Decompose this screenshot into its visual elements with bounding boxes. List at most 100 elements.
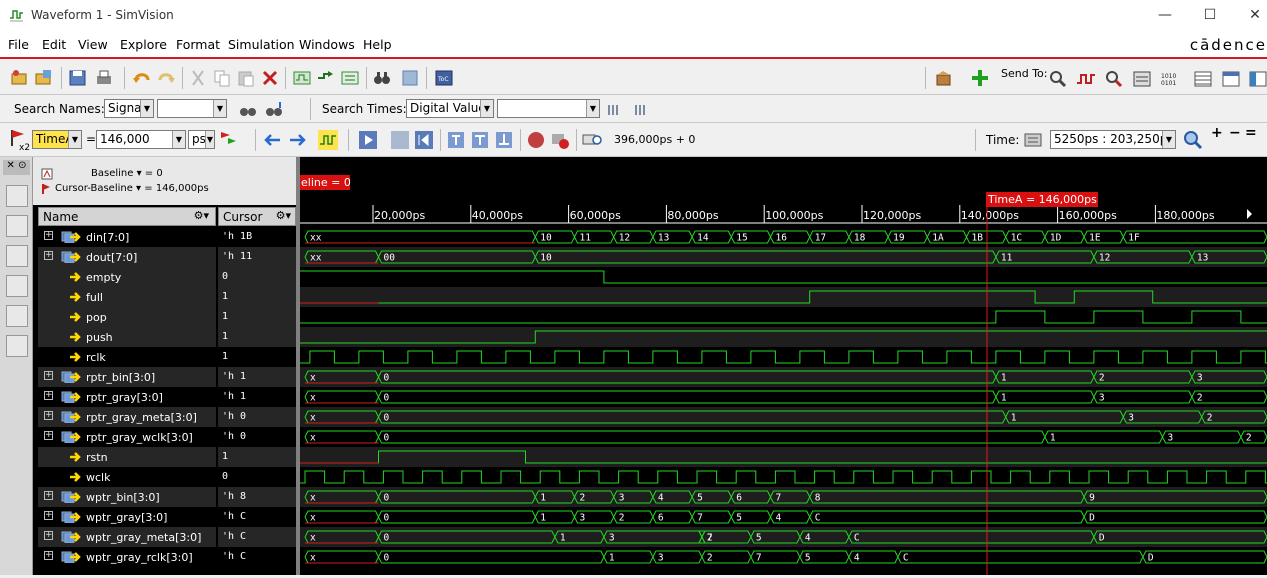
signal-row-din[interactable]: + din[7:0] bbox=[38, 227, 216, 247]
sidebar-register-icon[interactable] bbox=[6, 245, 28, 267]
sidebar-compare-icon[interactable] bbox=[6, 335, 28, 357]
signal-row-dout[interactable]: + dout[7:0] bbox=[38, 247, 216, 267]
menu-format[interactable]: Format bbox=[176, 37, 220, 52]
signal-row-rclk[interactable]: rclk bbox=[38, 347, 216, 367]
search-names-next-icon[interactable] bbox=[264, 100, 284, 120]
signal-row-wclk[interactable]: wclk bbox=[38, 467, 216, 487]
cursor-flags-menu-icon[interactable] bbox=[218, 130, 238, 150]
baseline-value[interactable]: Baseline ▾ = 0 bbox=[91, 168, 163, 179]
cursor-unit-select[interactable]: ps ▼ bbox=[188, 130, 215, 149]
zoom-icon[interactable] bbox=[1183, 130, 1203, 150]
menu-windows[interactable]: Windows bbox=[299, 37, 355, 52]
signal-row-rptr-gray-meta[interactable]: + rptr_gray_meta[3:0] bbox=[38, 407, 216, 427]
search-names-input[interactable]: ▼ bbox=[157, 99, 227, 118]
expand-icon[interactable]: + bbox=[44, 551, 53, 560]
menu-file[interactable]: File bbox=[8, 37, 29, 52]
send-to-list-icon[interactable] bbox=[1221, 69, 1241, 89]
step-over-icon[interactable] bbox=[470, 130, 490, 150]
expand-icon[interactable]: + bbox=[44, 491, 53, 500]
send-to-register-window-icon[interactable] bbox=[1132, 69, 1152, 89]
paste-icon[interactable] bbox=[236, 68, 256, 88]
signal-row-empty[interactable]: empty bbox=[38, 267, 216, 287]
step-into-icon[interactable] bbox=[446, 130, 466, 150]
zoom-out-button[interactable]: − bbox=[1229, 125, 1241, 141]
redo-icon[interactable] bbox=[156, 68, 176, 88]
waveform-window-icon[interactable]: ToC bbox=[434, 68, 454, 88]
name-column-header[interactable]: Name ⚙▾ bbox=[38, 207, 216, 226]
send-to-waveform-icon[interactable] bbox=[1076, 69, 1096, 89]
expand-icon[interactable]: + bbox=[44, 251, 53, 260]
signal-row-full[interactable]: full bbox=[38, 287, 216, 307]
waveform-canvas[interactable]: 20,000ps 40,000ps 60,000ps 80,000ps 100,000p… bbox=[300, 157, 1267, 575]
stop-simulation-icon[interactable] bbox=[526, 130, 546, 150]
cut-icon[interactable] bbox=[188, 68, 208, 88]
menu-simulation[interactable]: Simulation bbox=[228, 37, 295, 52]
expand-icon[interactable]: + bbox=[44, 391, 53, 400]
signal-row-wptr-bin[interactable]: + wptr_bin[3:0] bbox=[38, 487, 216, 507]
send-to-schematic-tracer-icon[interactable] bbox=[1104, 69, 1124, 89]
delete-icon[interactable] bbox=[260, 68, 280, 88]
zoom-full-button[interactable]: = bbox=[1245, 125, 1257, 141]
search-times-prev-icon[interactable] bbox=[606, 100, 626, 120]
print-icon[interactable] bbox=[94, 68, 114, 88]
sidebar-close-icon[interactable]: ✕ ⊙ bbox=[3, 160, 30, 175]
signal-row-push[interactable]: push bbox=[38, 327, 216, 347]
signal-row-rptr-gray-wclk[interactable]: + rptr_gray_wclk[3:0] bbox=[38, 427, 216, 447]
save-icon[interactable] bbox=[68, 68, 88, 88]
search-times-next-icon[interactable] bbox=[633, 100, 653, 120]
zoom-in-button[interactable]: + bbox=[1211, 125, 1223, 141]
sidebar-source-icon[interactable] bbox=[6, 275, 28, 297]
signal-row-rstn[interactable]: rstn bbox=[38, 447, 216, 467]
step-icon[interactable] bbox=[390, 130, 410, 150]
signal-row-rptr-bin[interactable]: + rptr_bin[3:0] bbox=[38, 367, 216, 387]
copy-icon[interactable] bbox=[212, 68, 232, 88]
send-to-table-icon[interactable] bbox=[1193, 69, 1213, 89]
send-to-memory-viewer-icon[interactable]: 10100101 bbox=[1160, 69, 1180, 89]
expand-icon[interactable]: + bbox=[44, 511, 53, 520]
send-to-source-icon[interactable] bbox=[316, 68, 336, 88]
expand-icon[interactable]: + bbox=[44, 531, 53, 540]
search-names-type-select[interactable]: Signal ▼ bbox=[104, 99, 154, 118]
sidebar-schematic-icon[interactable] bbox=[6, 215, 28, 237]
expand-icon[interactable]: + bbox=[44, 431, 53, 440]
send-to-properties-icon[interactable] bbox=[1248, 69, 1267, 89]
menu-edit[interactable]: Edit bbox=[42, 37, 66, 52]
minimize-button[interactable]: — bbox=[1145, 4, 1185, 26]
send-to-register-icon[interactable] bbox=[340, 68, 360, 88]
signal-row-wptr-gray-rclk[interactable]: + wptr_gray_rclk[3:0] bbox=[38, 547, 216, 567]
cursor-name-select[interactable]: TimeA ▼ bbox=[32, 130, 82, 149]
search-names-icon[interactable] bbox=[238, 100, 258, 120]
sidebar-design-browser-icon[interactable] bbox=[6, 185, 28, 207]
cursor-baseline-value[interactable]: Cursor-Baseline ▾ = 146,000ps bbox=[55, 183, 209, 194]
gear-icon[interactable]: ⚙▾ bbox=[276, 209, 291, 222]
waveform-panel[interactable]: 20,000ps 40,000ps 60,000ps 80,000ps 100,000p… bbox=[300, 157, 1267, 575]
signal-row-pop[interactable]: pop bbox=[38, 307, 216, 327]
step-out-icon[interactable] bbox=[494, 130, 514, 150]
expand-icon[interactable]: + bbox=[44, 231, 53, 240]
expand-icon[interactable]: + bbox=[44, 371, 53, 380]
close-button[interactable]: ✕ bbox=[1235, 4, 1267, 26]
package-tools-icon[interactable] bbox=[934, 68, 954, 88]
signal-row-wptr-gray-meta[interactable]: + wptr_gray_meta[3:0] bbox=[38, 527, 216, 547]
edge-mode-icon[interactable] bbox=[318, 130, 338, 150]
maximize-button[interactable]: ☐ bbox=[1190, 4, 1230, 26]
menu-explore[interactable]: Explore bbox=[120, 37, 167, 52]
cursor-time-input[interactable]: 146,000 ▼ bbox=[96, 130, 186, 149]
send-to-schematic-icon[interactable] bbox=[292, 68, 312, 88]
prev-edge-icon[interactable] bbox=[262, 130, 282, 150]
search-times-type-select[interactable]: Digital Value ▼ bbox=[406, 99, 494, 118]
time-range-input[interactable]: 5250ps : 203,250p ▼ bbox=[1050, 130, 1176, 149]
open-database-icon[interactable] bbox=[34, 68, 54, 88]
search-times-input[interactable]: ▼ bbox=[497, 99, 600, 118]
gear-icon[interactable]: ⚙▾ bbox=[194, 209, 209, 222]
select-all-icon[interactable] bbox=[400, 68, 420, 88]
open-design-icon[interactable] bbox=[10, 68, 30, 88]
sidebar-tools-icon[interactable] bbox=[6, 305, 28, 327]
breakpoint-icon[interactable] bbox=[550, 130, 570, 150]
run-simulation-icon[interactable] bbox=[358, 130, 378, 150]
undo-icon[interactable] bbox=[132, 68, 152, 88]
signal-row-rptr-gray[interactable]: + rptr_gray[3:0] bbox=[38, 387, 216, 407]
add-icon[interactable] bbox=[970, 68, 990, 88]
menu-help[interactable]: Help bbox=[363, 37, 392, 52]
cursor-column-header[interactable]: Cursor ⚙▾ bbox=[218, 207, 296, 226]
